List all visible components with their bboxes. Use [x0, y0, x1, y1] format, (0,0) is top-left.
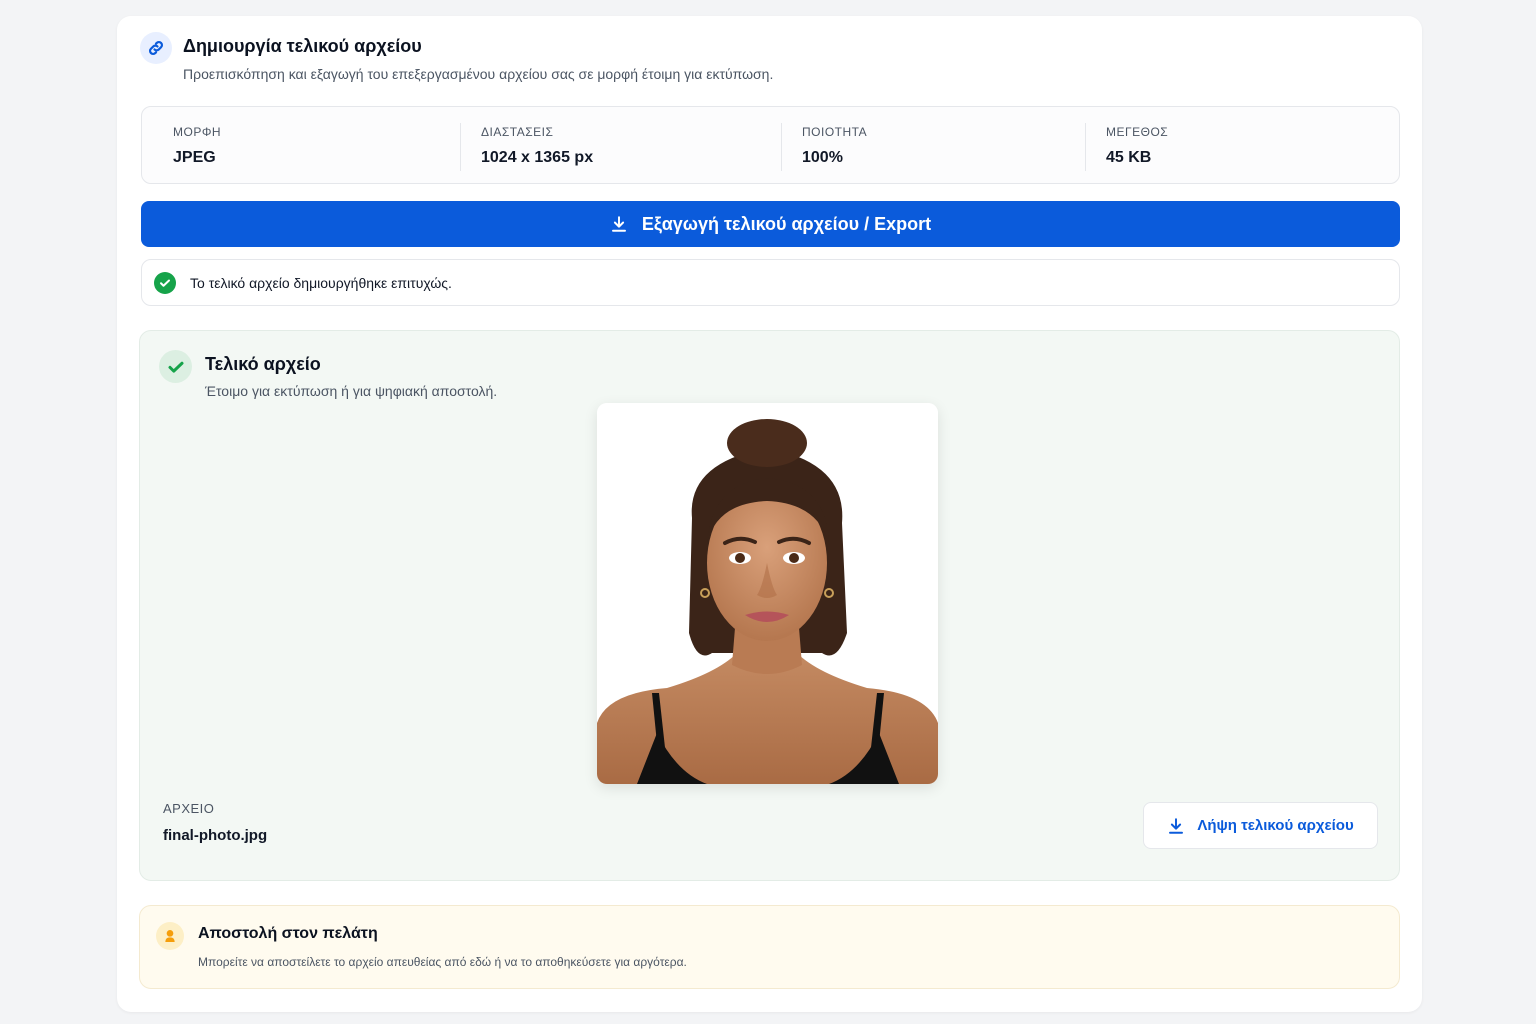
- send-title: Αποστολή στον πελάτη: [198, 925, 378, 942]
- stat-value: 100%: [802, 149, 843, 166]
- check-circle-icon: [154, 272, 176, 294]
- export-button-label: Εξαγωγή τελικού αρχείου / Export: [641, 213, 932, 234]
- final-file-subtitle: Έτοιμο για εκτύπωση ή για ψηφιακή αποστο…: [205, 383, 498, 399]
- divider: [781, 123, 782, 171]
- page-title: Δημιουργία τελικού αρχείου: [183, 36, 422, 56]
- success-text: Το τελικό αρχείο δημιουργήθηκε επιτυχώς.: [190, 275, 452, 291]
- user-badge-icon: [156, 922, 184, 950]
- stat-value: 45 KB: [1106, 149, 1152, 166]
- stat-label: ΜΟΡΦΗ: [173, 125, 222, 139]
- send-subtitle: Μπορείτε να αποστείλετε το αρχείο απευθε…: [198, 955, 687, 969]
- photo-preview: [597, 403, 938, 784]
- stat-value: JPEG: [173, 149, 216, 166]
- success-alert: Το τελικό αρχείο δημιουργήθηκε επιτυχώς.: [141, 259, 1400, 306]
- stat-value: 1024 x 1365 px: [481, 149, 594, 166]
- final-file-title: Τελικό αρχείο: [205, 354, 321, 374]
- stat-label: ΠΟΙΟΤΗΤΑ: [802, 125, 868, 139]
- stat-label: ΜΕΓΕΘΟΣ: [1106, 125, 1169, 139]
- link-icon: [140, 32, 172, 64]
- divider: [1085, 123, 1086, 171]
- export-button[interactable]: Εξαγωγή τελικού αρχείου / Export: [141, 201, 1400, 247]
- download-final-button[interactable]: Λήψη τελικού αρχείου: [1143, 802, 1378, 849]
- file-label: ΑΡΧΕΙΟ: [163, 801, 215, 816]
- stat-label: ΔΙΑΣΤΑΣΕΙΣ: [481, 125, 554, 139]
- download-final-label: Λήψη τελικού αρχείου: [1197, 817, 1354, 834]
- divider: [460, 123, 461, 171]
- file-name: final-photo.jpg: [163, 827, 268, 844]
- file-stats: ΜΟΡΦΗ JPEG ΔΙΑΣΤΑΣΕΙΣ 1024 x 1365 px ΠΟΙ…: [141, 106, 1400, 184]
- page-subtitle: Προεπισκόπηση και εξαγωγή του επεξεργασμ…: [183, 66, 774, 82]
- send-to-client-panel: Αποστολή στον πελάτη Μπορείτε να αποστεί…: [139, 905, 1400, 989]
- download-icon: [611, 216, 626, 232]
- final-file-panel: Τελικό αρχείο Έτοιμο για εκτύπωση ή για …: [139, 330, 1400, 881]
- download-icon: [1169, 817, 1184, 834]
- check-badge-icon: [159, 350, 192, 383]
